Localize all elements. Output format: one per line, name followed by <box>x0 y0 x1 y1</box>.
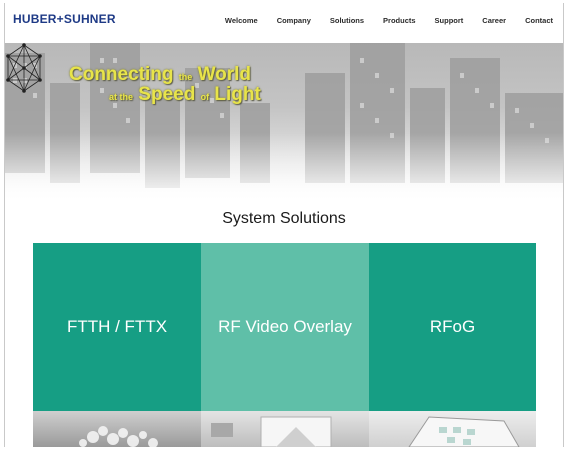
site-header: HUBER+SUHNER Welcome Company Solutions P… <box>5 3 563 43</box>
tagline-word: Connecting <box>69 64 174 85</box>
page-frame: HUBER+SUHNER Welcome Company Solutions P… <box>4 3 564 447</box>
tagline-word: Light <box>214 83 261 105</box>
nav-welcome[interactable]: Welcome <box>225 16 258 25</box>
solutions-grid: FTTH / FTTX RF Video Overlay RFoG <box>33 243 536 447</box>
wall-socket-image <box>211 416 332 447</box>
hero-tagline: Connecting the World at the Speed of Lig… <box>69 65 261 105</box>
tile-label: FTTH / FTTX <box>66 317 168 336</box>
tile-rf-video-overlay[interactable]: RF Video Overlay <box>201 243 369 411</box>
tile-label: RF Video Overlay <box>218 317 352 336</box>
tile-label: RFoG <box>429 317 476 336</box>
hero-banner: Connecting the World at the Speed of Lig… <box>5 43 563 203</box>
tagline-word: Speed <box>138 83 196 105</box>
tagline-word: World <box>197 64 252 85</box>
main-nav: Welcome Company Solutions Products Suppo… <box>206 16 553 25</box>
nav-company[interactable]: Company <box>277 16 311 25</box>
nav-career[interactable]: Career <box>482 16 506 25</box>
tagline-word: the <box>178 72 193 82</box>
nav-solutions[interactable]: Solutions <box>330 16 364 25</box>
tablet-photo <box>369 411 536 447</box>
tile-rfog[interactable]: RFoG <box>369 243 536 411</box>
section-title: System Solutions <box>222 210 346 227</box>
nav-support[interactable]: Support <box>435 16 464 25</box>
fiber-bundle-photo <box>33 411 201 447</box>
nav-products[interactable]: Products <box>383 16 416 25</box>
tagline-word: of <box>200 91 210 102</box>
fiber-bundle-image <box>79 426 158 447</box>
tagline-word: at the <box>109 91 134 102</box>
brand-logo[interactable]: HUBER+SUHNER <box>13 12 116 26</box>
tablet-image <box>408 416 520 447</box>
nav-contact[interactable]: Contact <box>525 16 553 25</box>
tile-ftth-fttx[interactable]: FTTH / FTTX <box>33 243 201 411</box>
wall-socket-photo <box>201 411 369 447</box>
network-polyhedron-icon <box>6 43 42 93</box>
